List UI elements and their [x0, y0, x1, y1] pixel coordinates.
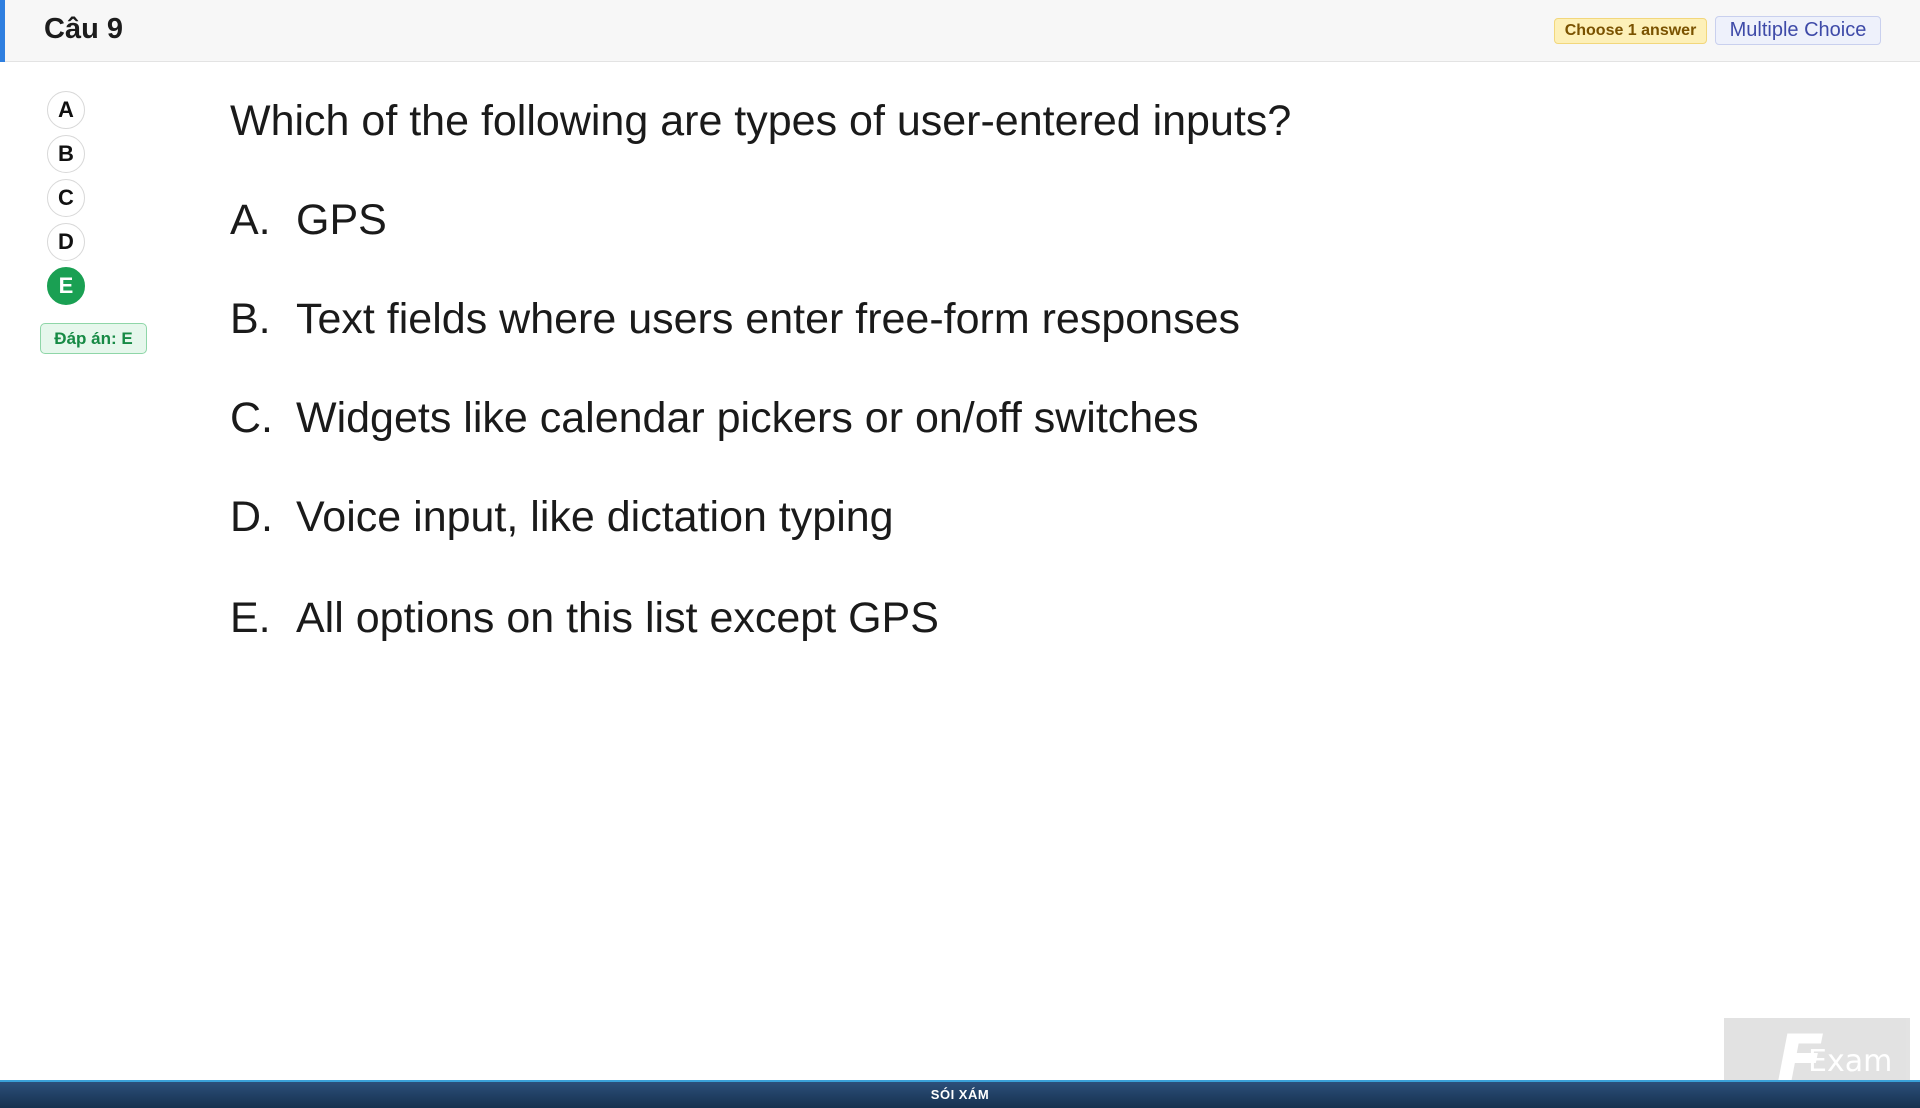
- option-e-button[interactable]: E: [47, 267, 85, 305]
- option-d-button[interactable]: D: [47, 223, 85, 261]
- footer-bar: SÓI XÁM: [0, 1080, 1920, 1108]
- choice-b: B. Text fields where users enter free-for…: [230, 295, 1240, 344]
- choice-letter: C.: [230, 394, 273, 442]
- choice-d: D. Voice input, like dictation typing: [230, 493, 894, 542]
- choice-c: C. Widgets like calendar pickers or on/of…: [230, 394, 1199, 443]
- correct-answer-badge: Đáp án: E: [40, 323, 147, 354]
- question-text: Which of the following are types of user…: [230, 97, 1292, 145]
- choice-a: A. GPS: [230, 196, 387, 245]
- choice-text: All options on this list except GPS: [296, 594, 939, 642]
- option-a-button[interactable]: A: [47, 91, 85, 129]
- choice-letter: B.: [230, 295, 271, 343]
- footer-label: SÓI XÁM: [930, 1087, 990, 1102]
- question-number: Câu 9: [44, 13, 123, 45]
- question-type-badge: Multiple Choice: [1715, 16, 1881, 45]
- choice-text: Voice input, like dictation typing: [296, 493, 894, 541]
- logo-text: Exam: [1808, 1044, 1893, 1079]
- choice-letter: E.: [230, 594, 271, 642]
- choice-text: Widgets like calendar pickers or on/off …: [296, 394, 1199, 442]
- quiz-page: Câu 9 Choose 1 answer Multiple Choice A …: [0, 0, 1920, 1108]
- choice-text: GPS: [296, 196, 387, 244]
- question-header: Câu 9 Choose 1 answer Multiple Choice: [0, 0, 1920, 62]
- option-c-button[interactable]: C: [47, 179, 85, 217]
- header-accent-bar: [0, 0, 5, 62]
- choice-text: Text fields where users enter free-form …: [296, 295, 1241, 343]
- choice-letter: D.: [230, 493, 273, 541]
- choice-e: E. All options on this list except GPS: [230, 594, 939, 643]
- choice-letter: A.: [230, 196, 271, 244]
- choose-one-badge: Choose 1 answer: [1554, 18, 1707, 44]
- option-b-button[interactable]: B: [47, 135, 85, 173]
